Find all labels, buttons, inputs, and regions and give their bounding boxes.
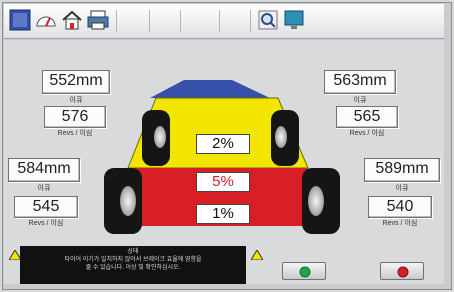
front-right-unit-label: 이큐 [353,97,367,104]
tire-analysis-panel: 2% 5% 1% 552mm 이큐 563mm 이큐 576 Revs / 이심… [4,40,444,284]
front-left-revs-label: Revs / 이심 [57,130,93,137]
rear-right-revs: 540 [368,196,432,218]
rear-percentage: 1% [196,204,250,224]
monitor-icon[interactable] [282,8,306,32]
rear-left-rim [120,186,136,216]
front-arrow-tip [150,80,270,98]
rear-right-revs-label: Revs / 이심 [382,220,418,227]
front-left-reading: 552mm [42,70,110,94]
front-right-revs: 565 [336,106,398,128]
front-right-rim [275,126,287,148]
continue-button[interactable] [282,262,326,280]
status-message-title: 상태 [127,249,139,255]
status-message-line-2: 줄 수 있습니다. 이상 및 확인하십시오. [85,265,181,271]
rear-left-reading: 584mm [8,158,80,182]
front-left-unit-label: 이큐 [69,97,83,104]
rear-left-revs-label: Revs / 이심 [28,220,64,227]
stop-icon[interactable] [8,8,32,32]
rear-right-rim [308,186,324,216]
red-light-icon [397,266,409,278]
rear-left-unit-label: 이큐 [37,185,51,192]
warning-icon [251,250,263,260]
green-light-icon [299,266,311,278]
print-preview-icon[interactable] [256,8,280,32]
toolbar-separator [250,10,251,32]
toolbar-separator [149,10,150,32]
status-message: 상태 타이어 이기가 일치하지 않아서 브레이크 효율에 영향을 줄 수 있습니… [20,246,246,284]
toolbar-separator [219,10,220,32]
toolbar [4,4,444,39]
front-right-reading: 563mm [324,70,396,94]
rear-right-unit-label: 이큐 [395,185,409,192]
rear-left-revs: 545 [14,196,78,218]
cancel-button[interactable] [380,262,424,280]
front-percentage: 2% [196,134,250,154]
printer-icon[interactable] [86,8,110,32]
toolbar-separator [180,10,181,32]
front-left-rim [154,126,166,148]
status-message-line-1: 타이어 이기가 일치하지 않아서 브레이크 효율에 영향을 [64,257,202,263]
toolbar-separator [116,10,117,32]
front-left-revs: 576 [44,106,106,128]
home-icon[interactable] [60,8,84,32]
rear-right-reading: 589mm [364,158,440,182]
front-right-revs-label: Revs / 이심 [349,130,385,137]
gauge-icon[interactable] [34,8,58,32]
middle-percentage: 5% [196,172,250,192]
